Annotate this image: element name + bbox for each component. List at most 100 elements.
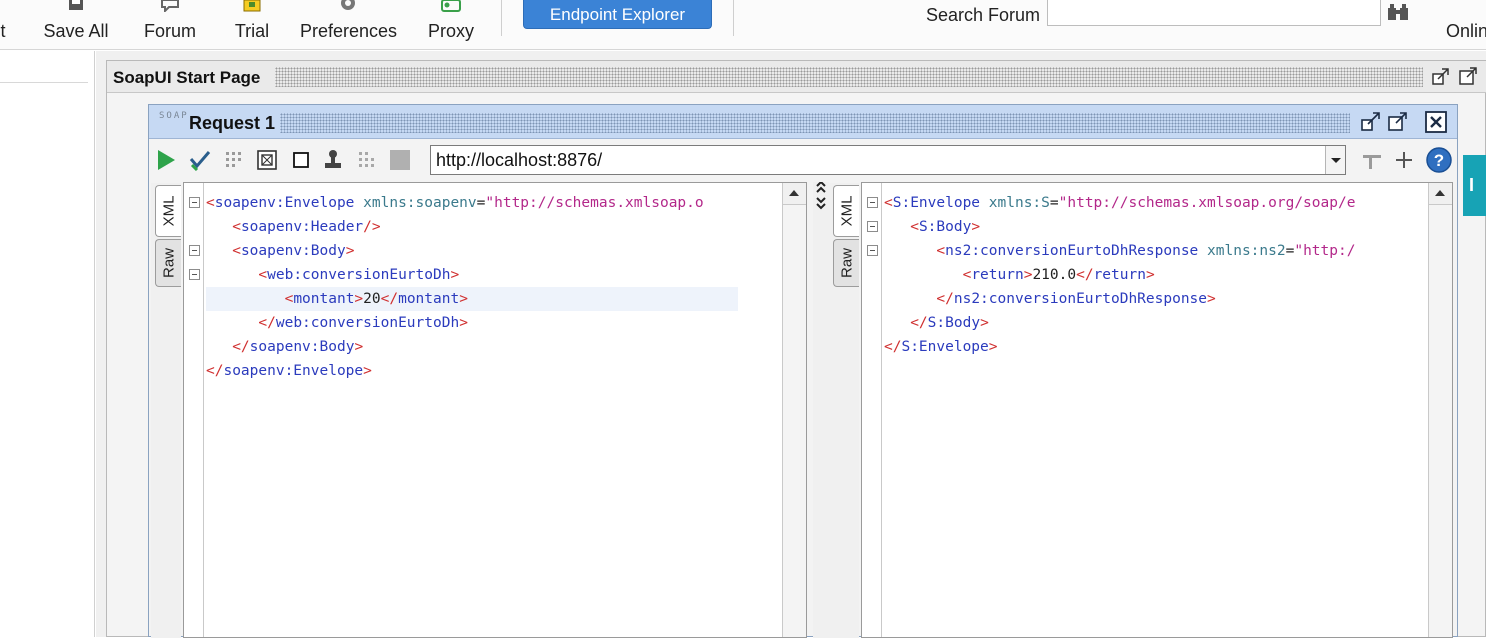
- code-token: 210.0: [1032, 267, 1077, 283]
- code-line[interactable]: </soapenv:Body>: [206, 335, 363, 359]
- endpoint-icon[interactable]: [256, 149, 278, 171]
- fold-toggle-icon[interactable]: [867, 221, 878, 232]
- add-endpoint-icon[interactable]: [1361, 149, 1383, 171]
- save-all-icon: [69, 0, 83, 10]
- code-token: </: [910, 315, 928, 331]
- toolbar-separator: [501, 0, 502, 36]
- code-token: >: [354, 339, 364, 355]
- code-token: "http:/: [1294, 243, 1356, 259]
- code-token: montant: [293, 291, 355, 307]
- code-token: return: [1093, 267, 1146, 283]
- svg-text:?: ?: [1434, 151, 1444, 170]
- side-panel-tab[interactable]: I: [1463, 155, 1486, 216]
- request-title: Request 1: [189, 113, 276, 133]
- url-dropdown-button[interactable]: [1325, 146, 1345, 174]
- request-titlebar[interactable]: SOAP Request 1: [149, 105, 1457, 139]
- code-token: <: [206, 195, 215, 211]
- code-token: >: [345, 243, 355, 259]
- tab-xml[interactable]: XML: [155, 185, 181, 237]
- binoculars-icon[interactable]: [1386, 3, 1410, 21]
- code-line[interactable]: </soapenv:Envelope>: [206, 359, 372, 383]
- help-icon[interactable]: ?: [1425, 146, 1453, 174]
- search-forum-label: Search Forum: [926, 5, 1041, 25]
- code-token: >: [971, 219, 981, 235]
- maximize-window-icon[interactable]: [1386, 110, 1410, 134]
- trial-button[interactable]: Trial: [230, 0, 274, 50]
- minimize-window-icon[interactable]: [1430, 65, 1452, 87]
- code-token: </: [936, 291, 954, 307]
- code-line[interactable]: <return>210.0</return>: [884, 263, 1155, 287]
- minimize-window-icon[interactable]: [1359, 110, 1383, 134]
- code-line[interactable]: </web:conversionEurtoDh>: [206, 311, 468, 335]
- tab-raw[interactable]: Raw: [833, 239, 859, 287]
- tab-xml[interactable]: XML: [833, 185, 859, 237]
- split-arrows-icon: [816, 180, 826, 210]
- vertical-scrollbar[interactable]: [782, 183, 806, 637]
- stop-icon[interactable]: [389, 149, 411, 171]
- start-page-titlebar[interactable]: SoapUI Start Page: [107, 61, 1486, 93]
- code-token: montant: [398, 291, 460, 307]
- run-icon[interactable]: [155, 149, 177, 171]
- proxy-button[interactable]: Proxy: [425, 0, 477, 50]
- fold-toggle-icon[interactable]: [189, 245, 200, 256]
- code-line[interactable]: <S:Envelope xmlns:S="http://schemas.xmls…: [884, 191, 1355, 215]
- fold-toggle-icon[interactable]: [867, 197, 878, 208]
- code-line[interactable]: </ns2:conversionEurtoDhResponse>: [884, 287, 1216, 311]
- editor-splitter[interactable]: [813, 180, 829, 638]
- tab-raw[interactable]: Raw: [155, 239, 181, 287]
- fold-toggle-icon[interactable]: [189, 197, 200, 208]
- search-forum-input[interactable]: [1047, 0, 1381, 26]
- stamp-icon[interactable]: [322, 149, 344, 171]
- code-token: <: [884, 195, 893, 211]
- endpoint-url-combo[interactable]: [430, 145, 1346, 175]
- titlebar-grip: [280, 113, 1350, 133]
- code-token: S:Body: [918, 219, 972, 235]
- fold-toggle-icon[interactable]: [867, 245, 878, 256]
- code-token: <: [258, 267, 268, 283]
- code-line[interactable]: <montant>20</montant>: [206, 287, 738, 311]
- code-line[interactable]: </S:Envelope>: [884, 335, 998, 359]
- code-line[interactable]: <ns2:conversionEurtoDhResponse xmlns:ns2…: [884, 239, 1355, 263]
- checkbox-icon[interactable]: [290, 149, 312, 171]
- check-icon[interactable]: [189, 149, 211, 171]
- code-line[interactable]: <soapenv:Header/>: [206, 215, 380, 239]
- online-label[interactable]: Onlin: [1446, 21, 1486, 42]
- maximize-window-icon[interactable]: [1457, 65, 1479, 87]
- code-token: >: [1207, 291, 1216, 307]
- soap-grid-icon[interactable]: [223, 149, 245, 171]
- plus-icon[interactable]: [1393, 149, 1415, 171]
- code-line[interactable]: <soapenv:Envelope xmlns:soapenv="http://…: [206, 191, 704, 215]
- code-line[interactable]: <S:Body>: [884, 215, 980, 239]
- proxy-toggle-icon: [441, 0, 461, 12]
- cut-button[interactable]: t: [0, 0, 10, 50]
- endpoint-explorer-button[interactable]: Endpoint Explorer: [523, 0, 712, 29]
- response-xml-code[interactable]: <S:Envelope xmlns:S="http://schemas.xmls…: [884, 183, 1426, 637]
- scroll-up-button[interactable]: [1429, 183, 1452, 205]
- code-token: "http://schemas.xmlsoap.o: [485, 195, 704, 211]
- code-line[interactable]: <web:conversionEurtoDh>: [206, 263, 459, 287]
- close-window-icon[interactable]: [1424, 110, 1448, 134]
- code-line[interactable]: <soapenv:Body>: [206, 239, 354, 263]
- forum-button[interactable]: Forum: [140, 0, 200, 50]
- soap-grid-icon[interactable]: [356, 149, 378, 171]
- proxy-label: Proxy: [427, 21, 474, 41]
- response-xml-editor[interactable]: <S:Envelope xmlns:S="http://schemas.xmls…: [861, 182, 1453, 638]
- code-token: =: [1049, 195, 1059, 211]
- preferences-button[interactable]: Preferences: [300, 0, 397, 50]
- request-xml-editor[interactable]: <soapenv:Envelope xmlns:soapenv="http://…: [183, 182, 807, 638]
- request-window: SOAP Request 1 ? XML Raw <soapenv:En: [148, 104, 1458, 638]
- vertical-scrollbar[interactable]: [1428, 183, 1452, 637]
- code-token: soapenv:Envelope: [214, 195, 355, 211]
- code-token: </: [258, 315, 276, 331]
- code-token: <: [232, 243, 241, 259]
- code-line[interactable]: </S:Body>: [884, 311, 989, 335]
- scroll-up-button[interactable]: [783, 183, 806, 205]
- request-xml-code[interactable]: <soapenv:Envelope xmlns:soapenv="http://…: [206, 183, 780, 637]
- fold-toggle-icon[interactable]: [189, 269, 200, 280]
- endpoint-url-input[interactable]: [431, 146, 1326, 174]
- save-all-button[interactable]: Save All: [40, 0, 112, 50]
